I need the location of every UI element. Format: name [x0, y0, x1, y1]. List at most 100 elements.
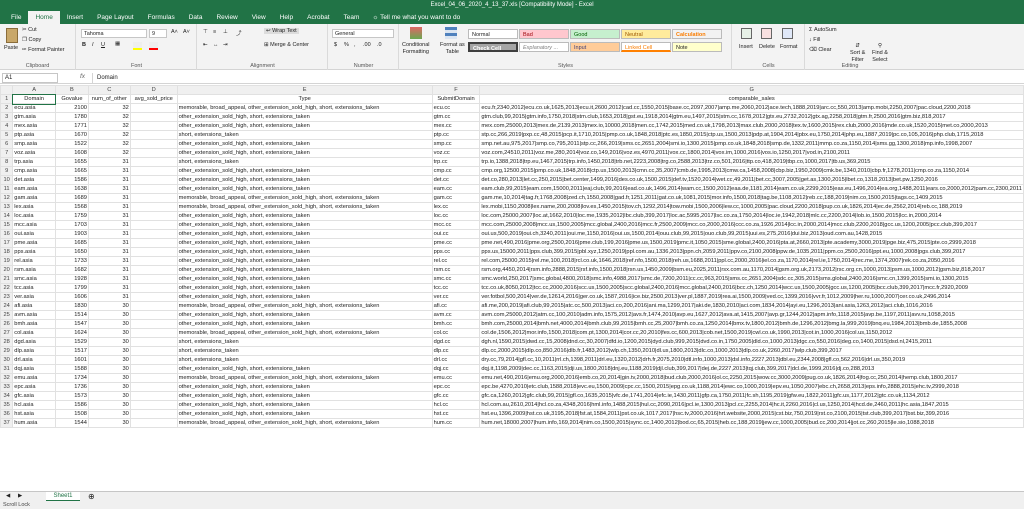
table-cell[interactable]: other_extension_sold_high, short, extens… [176, 166, 433, 176]
table-cell[interactable]: oui.asia [12, 229, 56, 239]
table-cell[interactable]: 31 [87, 292, 131, 302]
table-cell[interactable]: smc.cc [431, 274, 481, 284]
table-cell[interactable]: gtm.asia [12, 112, 56, 122]
table-cell[interactable]: other_extension_sold_high, short, extens… [176, 247, 433, 257]
tab-data[interactable]: Data [182, 11, 210, 24]
table-cell[interactable] [129, 211, 178, 221]
table-cell[interactable] [129, 112, 178, 122]
table-cell[interactable] [129, 328, 178, 338]
table-cell[interactable] [129, 148, 178, 158]
table-cell[interactable]: col.de,1506,2012|mor.info,1500,2018|com.… [479, 328, 1024, 338]
table-cell[interactable]: other_extension_sold_high, short, extens… [176, 256, 433, 266]
table-cell[interactable]: 1529 [54, 337, 89, 347]
table-cell[interactable]: other_extension_sold_high, short, extens… [176, 310, 433, 320]
format-as-table-icon[interactable] [445, 27, 457, 39]
table-cell[interactable]: pps.us,15000,2011|pps.club,399,2015|pbl.… [479, 247, 1024, 257]
row-header[interactable]: 17 [0, 238, 14, 248]
table-cell[interactable]: rsm.org,4450,2014|rsm.info,2888,2015|rsf… [479, 265, 1024, 275]
table-cell[interactable]: gtm.cc [431, 112, 481, 122]
table-cell[interactable]: 31 [87, 184, 131, 194]
table-cell[interactable]: loc.asia [12, 211, 56, 221]
table-cell[interactable] [129, 184, 178, 194]
underline-button[interactable]: U [101, 42, 105, 48]
table-cell[interactable] [129, 400, 178, 410]
table-cell[interactable]: epc.be,4270,2010|etc.club,1588,2018|evc.… [479, 382, 1024, 392]
table-cell[interactable]: other_extension_sold_high, short, extens… [176, 229, 433, 239]
column-header[interactable]: D [129, 85, 178, 95]
table-cell[interactable]: 1514 [54, 310, 89, 320]
table-cell[interactable]: 1522 [54, 139, 89, 149]
table-cell[interactable]: 30 [87, 346, 131, 356]
table-cell[interactable]: 1928 [54, 274, 89, 284]
table-cell[interactable]: pme.asia [12, 238, 56, 248]
insert-button[interactable]: Insert [739, 44, 753, 50]
tab-home[interactable]: Home [28, 11, 60, 24]
tab-insert[interactable]: Insert [60, 11, 90, 24]
table-cell[interactable] [129, 121, 178, 131]
row-header[interactable]: 32 [0, 373, 14, 383]
table-cell[interactable] [129, 382, 178, 392]
column-header[interactable]: A [12, 85, 56, 95]
row-header[interactable]: 33 [0, 382, 14, 392]
row-header[interactable]: 11 [0, 184, 14, 194]
table-cell[interactable]: 32 [87, 139, 131, 149]
table-cell[interactable]: other_extension_sold_high, short, extens… [176, 400, 433, 410]
table-cell[interactable]: hum.net,18000,2007|hum.info,169,2014|nim… [479, 418, 1024, 428]
style-check-cell[interactable]: Check Cell [468, 42, 518, 52]
table-cell[interactable]: hcl.com.au,2610,2014|hcl.co.za,4348,2016… [479, 400, 1024, 410]
table-cell[interactable]: trp.io,1388,2018|trp.eu,1467,2015|trp.in… [479, 157, 1024, 167]
table-cell[interactable]: other_extension_sold_high, short, extens… [176, 211, 433, 221]
add-sheet-icon[interactable]: ⊕ [88, 492, 95, 501]
table-cell[interactable]: 31 [87, 265, 131, 275]
row-header[interactable]: 34 [0, 391, 14, 401]
format-painter-button[interactable]: ✑ Format Painter [22, 47, 65, 53]
conditional-formatting-icon[interactable] [410, 27, 422, 39]
row-header[interactable]: 9 [0, 166, 14, 176]
insert-cells-icon[interactable] [741, 28, 752, 39]
table-cell[interactable] [129, 229, 178, 239]
table-cell[interactable]: 31 [87, 193, 131, 203]
table-cell[interactable]: ptp.asia [12, 130, 56, 140]
table-cell[interactable]: other_extension_sold_high, short, extens… [176, 220, 433, 230]
table-cell[interactable]: eam.club,99,2015|eam.com,15000,2011|eaj.… [479, 184, 1024, 194]
table-cell[interactable]: 1608 [54, 148, 89, 158]
table-cell[interactable]: avm.cc [431, 310, 481, 320]
table-cell[interactable]: smp.asia [12, 139, 56, 149]
table-cell[interactable]: 30 [87, 319, 131, 329]
table-cell[interactable]: mcc.cc [431, 220, 481, 230]
table-cell[interactable]: gam.cc [431, 193, 481, 203]
table-cell[interactable]: gam.me,10,2014|tag.fr,1768,2008|zed.ch,1… [479, 193, 1024, 203]
row-header[interactable]: 26 [0, 319, 14, 329]
table-cell[interactable]: epc.cc [431, 382, 481, 392]
table-cell[interactable]: loc.com,25000,2007|loc.at,1662,2010|loc.… [479, 211, 1024, 221]
borders-icon[interactable]: ▦ [115, 41, 120, 47]
table-cell[interactable]: trp.asia [12, 157, 56, 167]
table-cell[interactable] [129, 319, 178, 329]
table-cell[interactable]: gtm.club,99,2015|gtm.info,1750,2018|stm.… [479, 112, 1024, 122]
table-cell[interactable]: rsm.cc [431, 265, 481, 275]
table-cell[interactable]: 1601 [54, 355, 89, 365]
comma-icon[interactable]: , [354, 42, 356, 48]
wrap-text-button[interactable]: ↩ Wrap Text [264, 28, 299, 34]
table-cell[interactable]: col.asia [12, 328, 56, 338]
table-cell[interactable]: ecu.asia [12, 103, 56, 113]
align-bottom-icon[interactable]: ⊥ [223, 29, 228, 35]
row-header[interactable]: 13 [0, 202, 14, 212]
table-cell[interactable]: dqj.asia [12, 364, 56, 374]
table-cell[interactable]: col.cc [431, 328, 481, 338]
table-cell[interactable]: smc.asia [12, 274, 56, 284]
table-cell[interactable]: 31 [87, 283, 131, 293]
table-cell[interactable] [129, 157, 178, 167]
table-cell[interactable]: voz.cc [431, 148, 481, 158]
style-neutral[interactable]: Neutral [621, 29, 671, 39]
table-cell[interactable]: 31 [87, 166, 131, 176]
clear-button[interactable]: ⌫ Clear [809, 47, 831, 53]
row-header[interactable]: 10 [0, 175, 14, 185]
table-cell[interactable]: other_extension_sold_high, short, extens… [176, 274, 433, 284]
table-cell[interactable]: 1624 [54, 328, 89, 338]
row-header[interactable]: 12 [0, 193, 14, 203]
table-cell[interactable]: stp.cc,266,2019|pxp.cc,48,2015|pcp.it,17… [479, 130, 1024, 140]
style-normal[interactable]: Normal [468, 29, 518, 39]
table-cell[interactable]: pme.net,490,2016|pme.org,2500,2016|pme.c… [479, 238, 1024, 248]
table-cell[interactable]: loc.cc [431, 211, 481, 221]
